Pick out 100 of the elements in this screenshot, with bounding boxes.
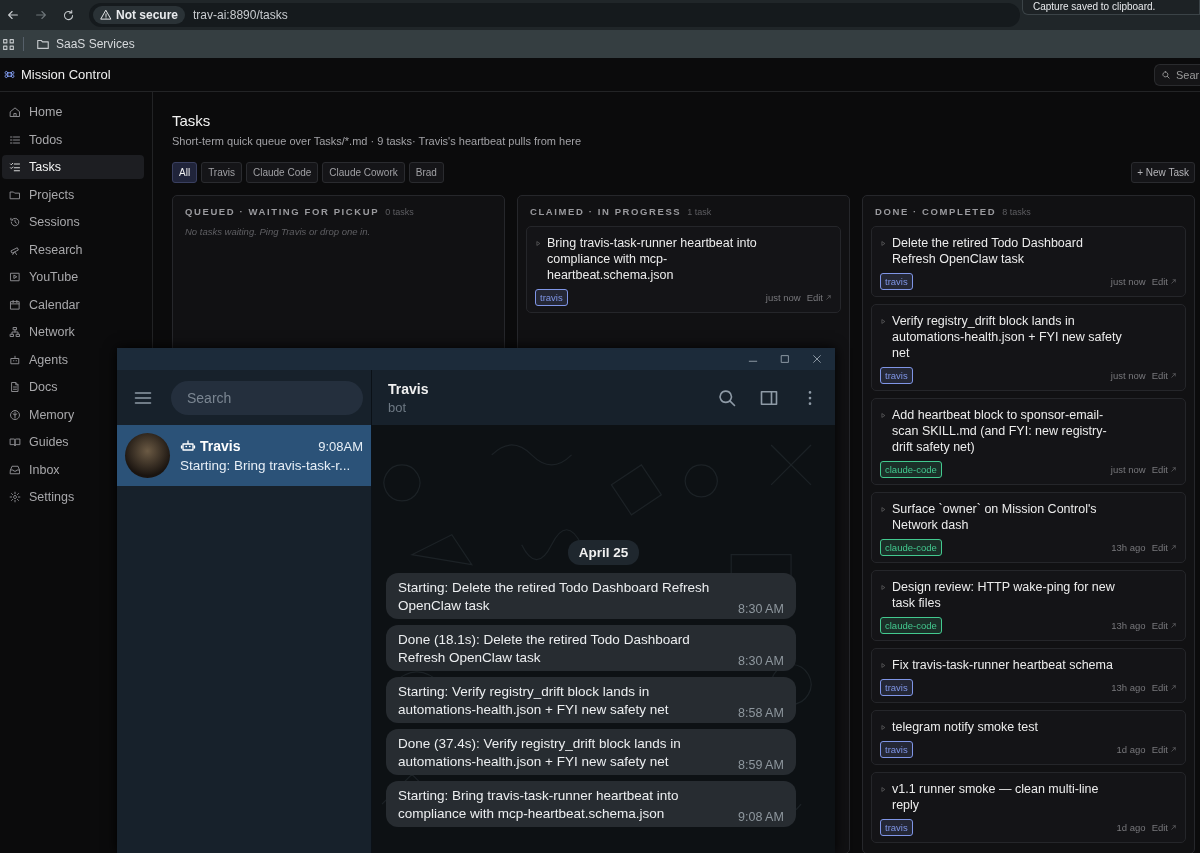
- task-title: Verify registry_drift block lands in automations-health.json + FYI new safety net: [892, 313, 1123, 361]
- sidebar-item[interactable]: YouTube: [2, 265, 144, 289]
- caret-icon: [880, 584, 887, 591]
- filter-chip[interactable]: All: [172, 162, 198, 183]
- sidebar-item[interactable]: Settings: [2, 485, 144, 509]
- task-count: 1 task: [687, 207, 712, 217]
- caret-icon: [880, 318, 887, 325]
- column-title: CLAIMED · IN PROGRESS: [530, 206, 682, 217]
- empty-message: No tasks waiting. Ping Travis or drop one in.: [184, 226, 372, 237]
- task-card[interactable]: Add heartbeat block to sponsor-email-scan SKILL.md (and FYI: new registry-drift safety net) claude-code just now Edit: [871, 398, 1186, 485]
- caret-icon: [880, 724, 887, 731]
- filter-chip[interactable]: Claude Code: [246, 162, 319, 183]
- sidebar-item[interactable]: Agents: [2, 347, 144, 372]
- back-icon[interactable]: [6, 8, 20, 22]
- message-text: Done (37.4s): Verify registry_drift block lands in automations-health.json + FYI new safety net: [398, 735, 682, 771]
- robot-icon: [180, 438, 196, 454]
- task-title: Surface `owner` on Mission Control's Network dash: [892, 501, 1098, 533]
- message-text: Starting: Verify registry_drift block lands in automations-health.json + FYI new safety net: [398, 683, 670, 719]
- message-text: Starting: Delete the retired Todo Dashboard Refresh OpenClaw task: [398, 579, 711, 615]
- arrow-icon: [1170, 372, 1177, 379]
- task-title: telegram notify smoke test: [892, 719, 1038, 735]
- sidebar-item[interactable]: Memory: [2, 402, 144, 427]
- sidebar-item[interactable]: Projects: [2, 182, 144, 207]
- document-icon: [9, 381, 21, 393]
- gear-icon: [9, 491, 21, 503]
- task-title: v1.1 runner smoke — clean multi-line reply: [892, 781, 1100, 813]
- filter-chip[interactable]: Claude Cowork: [322, 162, 405, 183]
- forward-icon[interactable]: [34, 8, 48, 22]
- sidebar-item[interactable]: Research: [2, 237, 144, 262]
- robot-icon: [9, 353, 21, 366]
- task-title: Delete the retired Todo Dashboard Refresh OpenClaw task: [892, 235, 1084, 267]
- arrow-icon: [1170, 684, 1177, 691]
- filter-chip[interactable]: Travis: [201, 162, 242, 183]
- arrow-icon: [1170, 544, 1177, 551]
- message-preview: Starting: Bring travis-task-r...: [180, 458, 352, 473]
- list-icon: [9, 133, 21, 146]
- sidebar-item[interactable]: Tasks: [2, 155, 144, 179]
- warning-icon: [100, 9, 112, 21]
- sidebar-item[interactable]: Network: [2, 320, 144, 344]
- search-field[interactable]: Sear: [1154, 63, 1200, 86]
- message-time: 8:30 AM: [738, 653, 784, 669]
- task-card[interactable]: v1.1 runner smoke — clean multi-line reply travis 1d ago Edit: [871, 772, 1186, 843]
- chat-list-item[interactable]: Travis 9:08AM Starting: Bring travis-task-r...: [117, 425, 371, 486]
- tag: travis: [880, 367, 913, 384]
- reload-icon[interactable]: [62, 8, 75, 22]
- caret-icon: [880, 240, 887, 247]
- arrow-icon: [1170, 278, 1177, 285]
- timestamp: just now: [1110, 276, 1146, 287]
- security-chip[interactable]: Not secure: [93, 6, 186, 24]
- edit-link[interactable]: Edit: [1151, 744, 1177, 755]
- calendar-icon: [9, 298, 21, 311]
- task-card[interactable]: Fix travis-task-runner heartbeat schema travis 13h ago Edit: [871, 648, 1186, 703]
- sidebar-item[interactable]: Sessions: [2, 210, 144, 234]
- message-time: 8:59 AM: [738, 757, 784, 773]
- play-icon: [9, 271, 21, 283]
- message-text: Starting: Bring travis-task-runner heartbeat into compliance with mcp-heartbeat.schema.json: [398, 787, 680, 823]
- column-title: DONE · COMPLETED: [875, 206, 997, 217]
- task-card[interactable]: Verify registry_drift block lands in automations-health.json + FYI new safety net travis just now Edit: [871, 304, 1186, 391]
- sidebar-item[interactable]: Todos: [2, 127, 144, 152]
- task-card[interactable]: Bring travis-task-runner heartbeat into compliance with mcp-heartbeat.schema.json travis just now Edit: [526, 226, 841, 313]
- search-icon[interactable]: [717, 387, 737, 408]
- filter-chip[interactable]: Brad: [408, 162, 444, 183]
- timestamp: just now: [1110, 370, 1146, 381]
- task-card[interactable]: Surface `owner` on Mission Control's Network dash claude-code 13h ago Edit: [871, 492, 1186, 563]
- search-field[interactable]: Search: [171, 380, 363, 415]
- avatar: [125, 433, 170, 478]
- edit-link[interactable]: Edit: [1151, 542, 1177, 553]
- task-title: Bring travis-task-runner heartbeat into compliance with mcp-heartbeat.schema.json: [547, 235, 758, 283]
- message-text: Done (18.1s): Delete the retired Todo Dashboard Refresh OpenClaw task: [398, 631, 691, 667]
- maximize-icon[interactable]: [779, 353, 791, 365]
- sidebar-item[interactable]: Docs: [2, 375, 144, 399]
- tag: travis: [880, 741, 913, 758]
- caret-icon: [535, 240, 542, 247]
- chat-time: 9:08AM: [318, 438, 363, 454]
- bookmark[interactable]: SaaS Services: [32, 37, 139, 51]
- tag: claude-code: [880, 539, 942, 556]
- sidebar-item[interactable]: Calendar: [2, 292, 144, 317]
- address-bar[interactable]: trav-ai:8890/tasks: [193, 8, 288, 22]
- close-icon[interactable]: [811, 353, 823, 365]
- column-title: QUEUED · WAITING FOR PICKUP: [185, 206, 380, 217]
- task-card[interactable]: Delete the retired Todo Dashboard Refresh OpenClaw task travis just now Edit: [871, 226, 1186, 297]
- edit-link[interactable]: Edit: [1151, 276, 1177, 287]
- task-title: Fix travis-task-runner heartbeat schema: [892, 657, 1113, 673]
- edit-link[interactable]: Edit: [1151, 620, 1177, 631]
- edit-link[interactable]: Edit: [806, 292, 832, 303]
- task-count: 8 tasks: [1002, 207, 1031, 217]
- arrow-icon: [1170, 746, 1177, 753]
- new-task-button[interactable]: + New Task: [1131, 162, 1195, 183]
- tag: claude-code: [880, 461, 942, 478]
- edit-link[interactable]: Edit: [1151, 464, 1177, 475]
- edit-link[interactable]: Edit: [1151, 682, 1177, 693]
- edit-link[interactable]: Edit: [1151, 370, 1177, 381]
- folder-icon: [36, 37, 50, 51]
- task-card[interactable]: telegram notify smoke test travis 1d ago Edit: [871, 710, 1186, 765]
- sidebar-item[interactable]: Home: [2, 100, 144, 124]
- arrow-icon: [1170, 466, 1177, 473]
- apps-icon[interactable]: [2, 37, 15, 51]
- task-count: 0 tasks: [385, 207, 414, 217]
- task-card[interactable]: Design review: HTTP wake-ping for new task files claude-code 13h ago Edit: [871, 570, 1186, 641]
- edit-link[interactable]: Edit: [1151, 822, 1177, 833]
